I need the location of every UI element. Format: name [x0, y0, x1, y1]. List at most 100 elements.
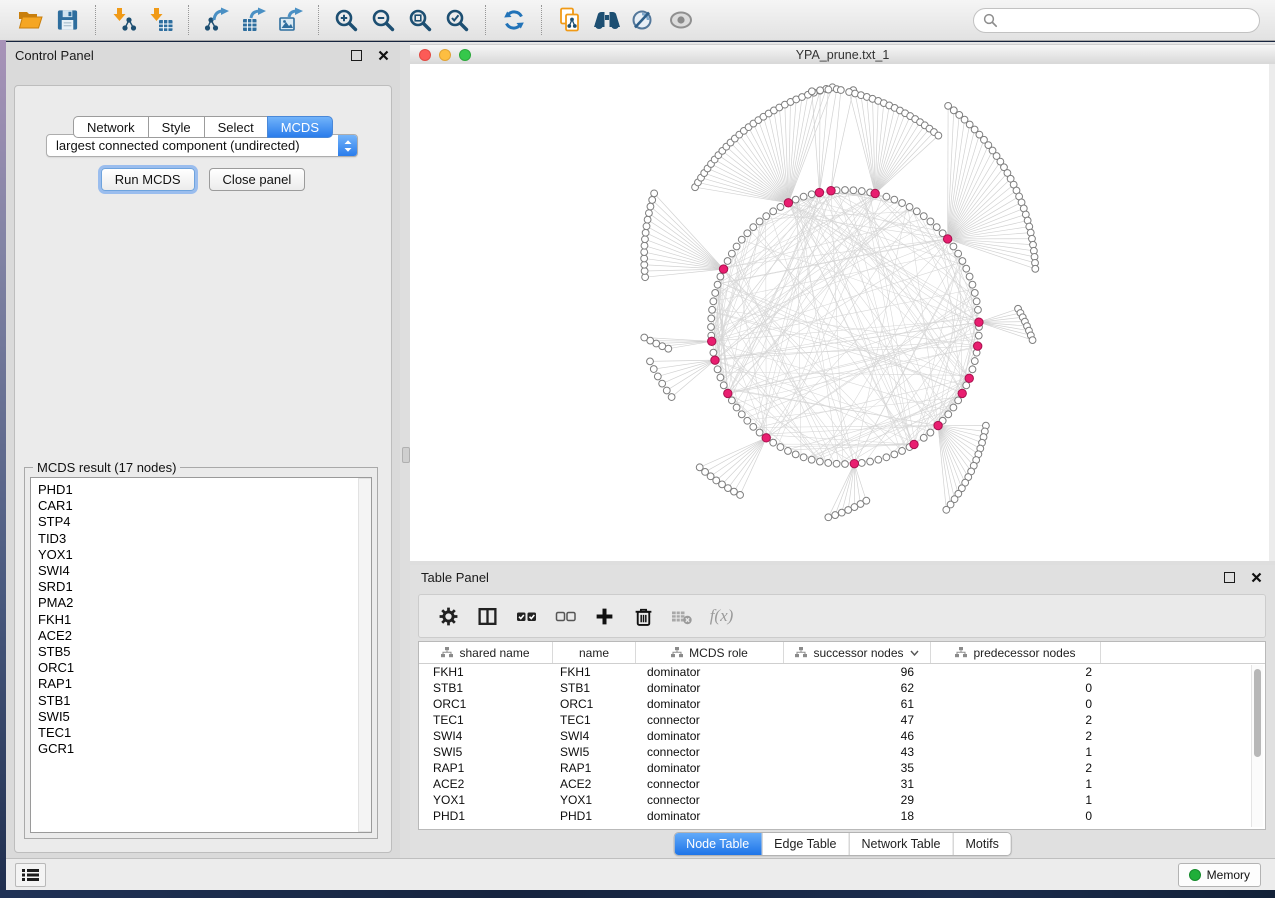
tab-network[interactable]: Network: [73, 116, 148, 138]
table-row[interactable]: ORC1 ORC1 dominator 61 0: [419, 696, 1265, 712]
mcds-network-node[interactable]: [708, 337, 716, 345]
column-header-name[interactable]: name: [553, 642, 636, 663]
table-row[interactable]: STB1 STB1 dominator 62 0: [419, 680, 1265, 696]
mcds-result-item[interactable]: CAR1: [38, 498, 371, 514]
column-header-successor-nodes[interactable]: successor nodes: [784, 642, 931, 663]
mcds-result-item[interactable]: PHD1: [38, 482, 371, 498]
export-image-button[interactable]: [272, 3, 309, 37]
table-mode-button[interactable]: [468, 600, 507, 632]
zoom-out-button[interactable]: [365, 3, 402, 37]
tab-node-table[interactable]: Node Table: [674, 833, 761, 855]
column-header-mcds-role[interactable]: MCDS role: [636, 642, 784, 663]
mcds-network-node[interactable]: [910, 440, 918, 448]
first-neighbors-button[interactable]: [588, 3, 625, 37]
hide-selected-button[interactable]: [625, 3, 662, 37]
zoom-selected-button[interactable]: [439, 3, 476, 37]
network-window-titlebar[interactable]: YPA_prune.txt_1: [410, 44, 1275, 65]
window-close-button[interactable]: [419, 49, 431, 61]
apply-layout-button[interactable]: [495, 3, 532, 37]
vertical-splitter[interactable]: [400, 42, 410, 858]
window-zoom-button[interactable]: [459, 49, 471, 61]
memory-button[interactable]: Memory: [1178, 863, 1261, 887]
clone-network-button[interactable]: [551, 3, 588, 37]
tab-network-table[interactable]: Network Table: [849, 833, 953, 855]
table-row[interactable]: TEC1 TEC1 connector 47 2: [419, 712, 1265, 728]
tab-style[interactable]: Style: [148, 116, 204, 138]
mcds-network-node[interactable]: [815, 188, 823, 196]
mcds-result-item[interactable]: ORC1: [38, 660, 371, 676]
float-panel-button[interactable]: [348, 47, 364, 63]
mcds-result-item[interactable]: ACE2: [38, 628, 371, 644]
table-row[interactable]: ACE2 ACE2 connector 31 1: [419, 776, 1265, 792]
float-table-panel-button[interactable]: [1221, 569, 1237, 585]
table-scrollbar[interactable]: [1251, 665, 1263, 827]
select-all-columns-button[interactable]: [507, 600, 546, 632]
table-row[interactable]: PHD1 PHD1 dominator 18 0: [419, 808, 1265, 824]
mcds-result-item[interactable]: PMA2: [38, 595, 371, 611]
zoom-fit-button[interactable]: [402, 3, 439, 37]
mcds-result-item[interactable]: STP4: [38, 514, 371, 530]
mcds-list-scrollbar[interactable]: [358, 478, 371, 832]
mcds-result-item[interactable]: SRD1: [38, 579, 371, 595]
show-all-button[interactable]: [662, 3, 699, 37]
mcds-network-node[interactable]: [943, 235, 951, 243]
mcds-network-node[interactable]: [958, 389, 966, 397]
close-table-panel-button[interactable]: [1248, 569, 1264, 585]
mcds-network-node[interactable]: [973, 342, 981, 350]
table-row[interactable]: SWI4 SWI4 dominator 46 2: [419, 728, 1265, 744]
mcds-result-item[interactable]: RAP1: [38, 676, 371, 692]
tab-motifs[interactable]: Motifs: [952, 833, 1010, 855]
search-input[interactable]: [973, 8, 1260, 33]
column-header-predecessor-nodes[interactable]: predecessor nodes: [931, 642, 1101, 663]
delete-table-button[interactable]: [663, 600, 702, 632]
mcds-network-node[interactable]: [934, 421, 942, 429]
table-row[interactable]: FKH1 FKH1 dominator 96 2: [419, 664, 1265, 680]
mcds-network-node[interactable]: [724, 389, 732, 397]
mcds-network-node[interactable]: [784, 199, 792, 207]
mcds-network-node[interactable]: [762, 434, 770, 442]
open-session-button[interactable]: [12, 3, 49, 37]
create-column-button[interactable]: [585, 600, 624, 632]
delete-columns-button[interactable]: [624, 600, 663, 632]
table-row[interactable]: YOX1 YOX1 connector 29 1: [419, 792, 1265, 808]
mcds-network-node[interactable]: [719, 265, 727, 273]
window-minimize-button[interactable]: [439, 49, 451, 61]
mcds-network-node[interactable]: [965, 374, 973, 382]
tab-mcds[interactable]: MCDS: [267, 116, 333, 138]
mcds-result-item[interactable]: TEC1: [38, 725, 371, 741]
mcds-result-item[interactable]: STB5: [38, 644, 371, 660]
mcds-result-item[interactable]: TID3: [38, 531, 371, 547]
network-graph[interactable]: [410, 64, 1269, 561]
mcds-result-item[interactable]: YOX1: [38, 547, 371, 563]
close-panel-button[interactable]: [375, 47, 391, 63]
show-task-history-button[interactable]: [15, 863, 46, 887]
mcds-result-item[interactable]: SWI4: [38, 563, 371, 579]
mcds-network-node[interactable]: [827, 187, 835, 195]
mcds-network-node[interactable]: [850, 459, 858, 467]
tab-select[interactable]: Select: [204, 116, 267, 138]
deselect-all-columns-button[interactable]: [546, 600, 585, 632]
mcds-result-item[interactable]: GCR1: [38, 741, 371, 757]
run-mcds-button[interactable]: Run MCDS: [101, 168, 195, 191]
mcds-result-item[interactable]: SWI5: [38, 709, 371, 725]
mcds-result-item[interactable]: FKH1: [38, 612, 371, 628]
mcds-result-item[interactable]: STB1: [38, 693, 371, 709]
table-row[interactable]: RAP1 RAP1 dominator 35 2: [419, 760, 1265, 776]
import-table-button[interactable]: [142, 3, 179, 37]
export-network-button[interactable]: [198, 3, 235, 37]
zoom-in-button[interactable]: [328, 3, 365, 37]
tab-edge-table[interactable]: Edge Table: [761, 833, 848, 855]
close-mcds-panel-button[interactable]: Close panel: [209, 168, 306, 191]
mcds-network-node[interactable]: [711, 356, 719, 364]
column-header-shared-name[interactable]: shared name: [419, 642, 553, 663]
table-settings-button[interactable]: [429, 600, 468, 632]
export-table-button[interactable]: [235, 3, 272, 37]
table-scrollbar-thumb[interactable]: [1254, 669, 1261, 757]
function-builder-button[interactable]: f(x): [702, 600, 741, 632]
mcds-network-node[interactable]: [975, 318, 983, 326]
import-network-button[interactable]: [105, 3, 142, 37]
table-row[interactable]: SWI5 SWI5 connector 43 1: [419, 744, 1265, 760]
network-canvas[interactable]: [410, 64, 1275, 561]
save-session-button[interactable]: [49, 3, 86, 37]
mcds-network-node[interactable]: [871, 189, 879, 197]
